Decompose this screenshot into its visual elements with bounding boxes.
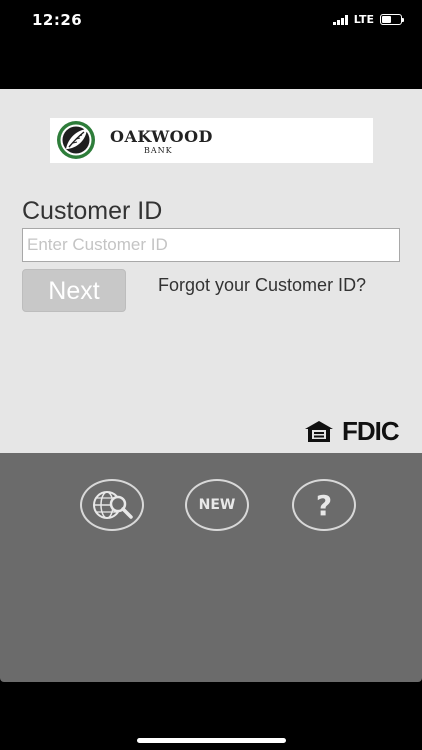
- help-icon: ?: [315, 488, 333, 522]
- globe-search-icon: [93, 491, 133, 519]
- next-button[interactable]: Next: [22, 269, 126, 312]
- network-label: LTE: [353, 13, 374, 26]
- login-panel: OAKWOOD BANK Customer ID Next Forgot you…: [0, 89, 422, 453]
- signal-icon: [332, 14, 348, 25]
- help-button[interactable]: ?: [292, 479, 356, 531]
- status-bar: 12:26 LTE: [0, 0, 422, 44]
- quick-actions-panel: NEW ?: [0, 453, 422, 682]
- new-label: NEW: [198, 497, 236, 513]
- logo-subtitle: BANK: [144, 146, 173, 155]
- bank-logo: OAKWOOD BANK: [50, 118, 373, 163]
- equal-housing-lender-icon: [305, 421, 333, 442]
- status-time: 12:26: [32, 11, 83, 29]
- locator-button[interactable]: [80, 479, 144, 531]
- oak-leaf-logo-icon: [57, 121, 95, 159]
- forgot-customer-id-link[interactable]: Forgot your Customer ID?: [158, 275, 366, 296]
- customer-id-input[interactable]: [22, 228, 400, 262]
- battery-icon: [380, 14, 404, 25]
- new-button[interactable]: NEW: [185, 479, 249, 531]
- customer-id-label: Customer ID: [22, 197, 163, 225]
- home-indicator[interactable]: [137, 738, 286, 743]
- logo-name: OAKWOOD: [110, 127, 213, 146]
- fdic-logo: FDIC: [342, 416, 400, 446]
- status-indicators: LTE: [332, 13, 404, 26]
